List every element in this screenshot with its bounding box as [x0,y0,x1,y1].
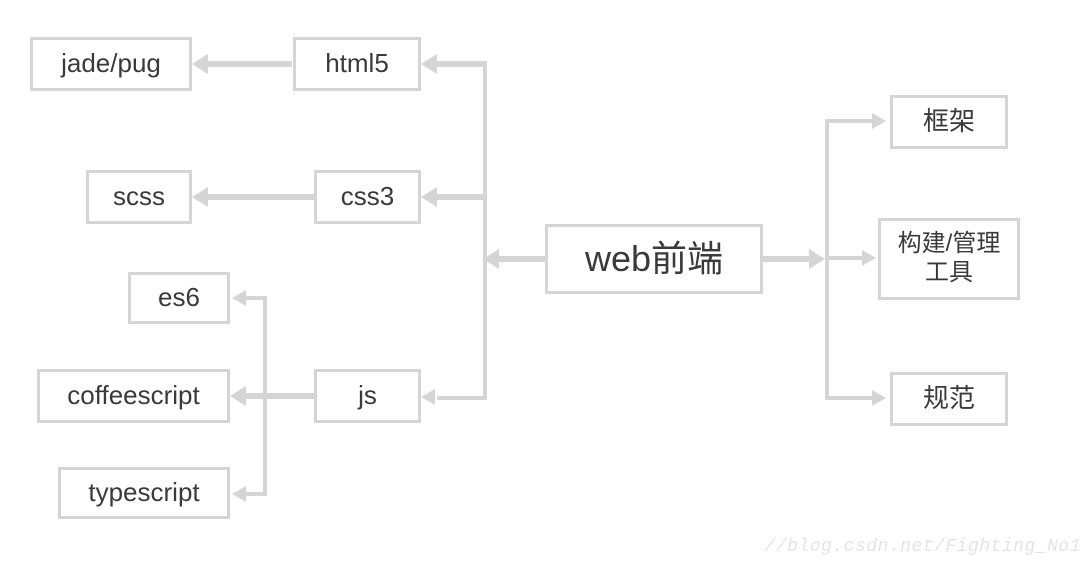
center-node: web前端 [545,224,763,294]
arrow-html5-jadepug [207,61,292,67]
node-css3: css3 [314,170,421,224]
arrowhead-to-standards [872,390,886,406]
arrow-css3-scss [207,194,314,200]
line-to-frameworks [825,119,873,123]
arrowhead-to-buildtools [862,250,876,266]
line-to-buildtools [825,256,863,260]
arrow-to-css3 [437,194,483,200]
node-build-tools: 构建/管理工具 [878,218,1020,300]
node-coffeescript: coffeescript [37,369,230,423]
arrowhead-trunk-to-js [421,389,435,405]
line-js-to-spine [263,393,314,397]
arrowhead-to-frameworks [872,113,886,129]
arrow-to-html5 [437,61,483,67]
arrowhead-html5-jadepug [192,54,208,74]
node-html5: html5 [293,37,421,91]
node-frameworks: 框架 [890,95,1008,149]
arrowhead-js-coffeescript [230,386,246,406]
arrowhead-to-typescript [232,486,246,502]
node-js: js [314,369,421,423]
arrowhead-center-right [809,249,825,269]
arrowhead-to-es6 [232,290,246,306]
node-typescript: typescript [58,467,230,519]
line-to-typescript [246,492,267,496]
arrow-center-left [499,256,545,262]
arrowhead-to-css3 [421,187,437,207]
node-standards: 规范 [890,372,1008,426]
trunk-to-js-horizontal [437,396,487,400]
arrowhead-to-html5 [421,54,437,74]
arrowhead-css3-scss [192,187,208,207]
node-jade-pug: jade/pug [30,37,192,91]
node-scss: scss [86,170,192,224]
arrow-center-right [763,256,809,262]
trunk-left-vertical [483,61,487,400]
watermark-text: //blog.csdn.net/Fighting_No1 [765,537,1081,557]
node-es6: es6 [128,272,230,324]
line-to-es6 [246,296,267,300]
line-to-standards [825,396,873,400]
